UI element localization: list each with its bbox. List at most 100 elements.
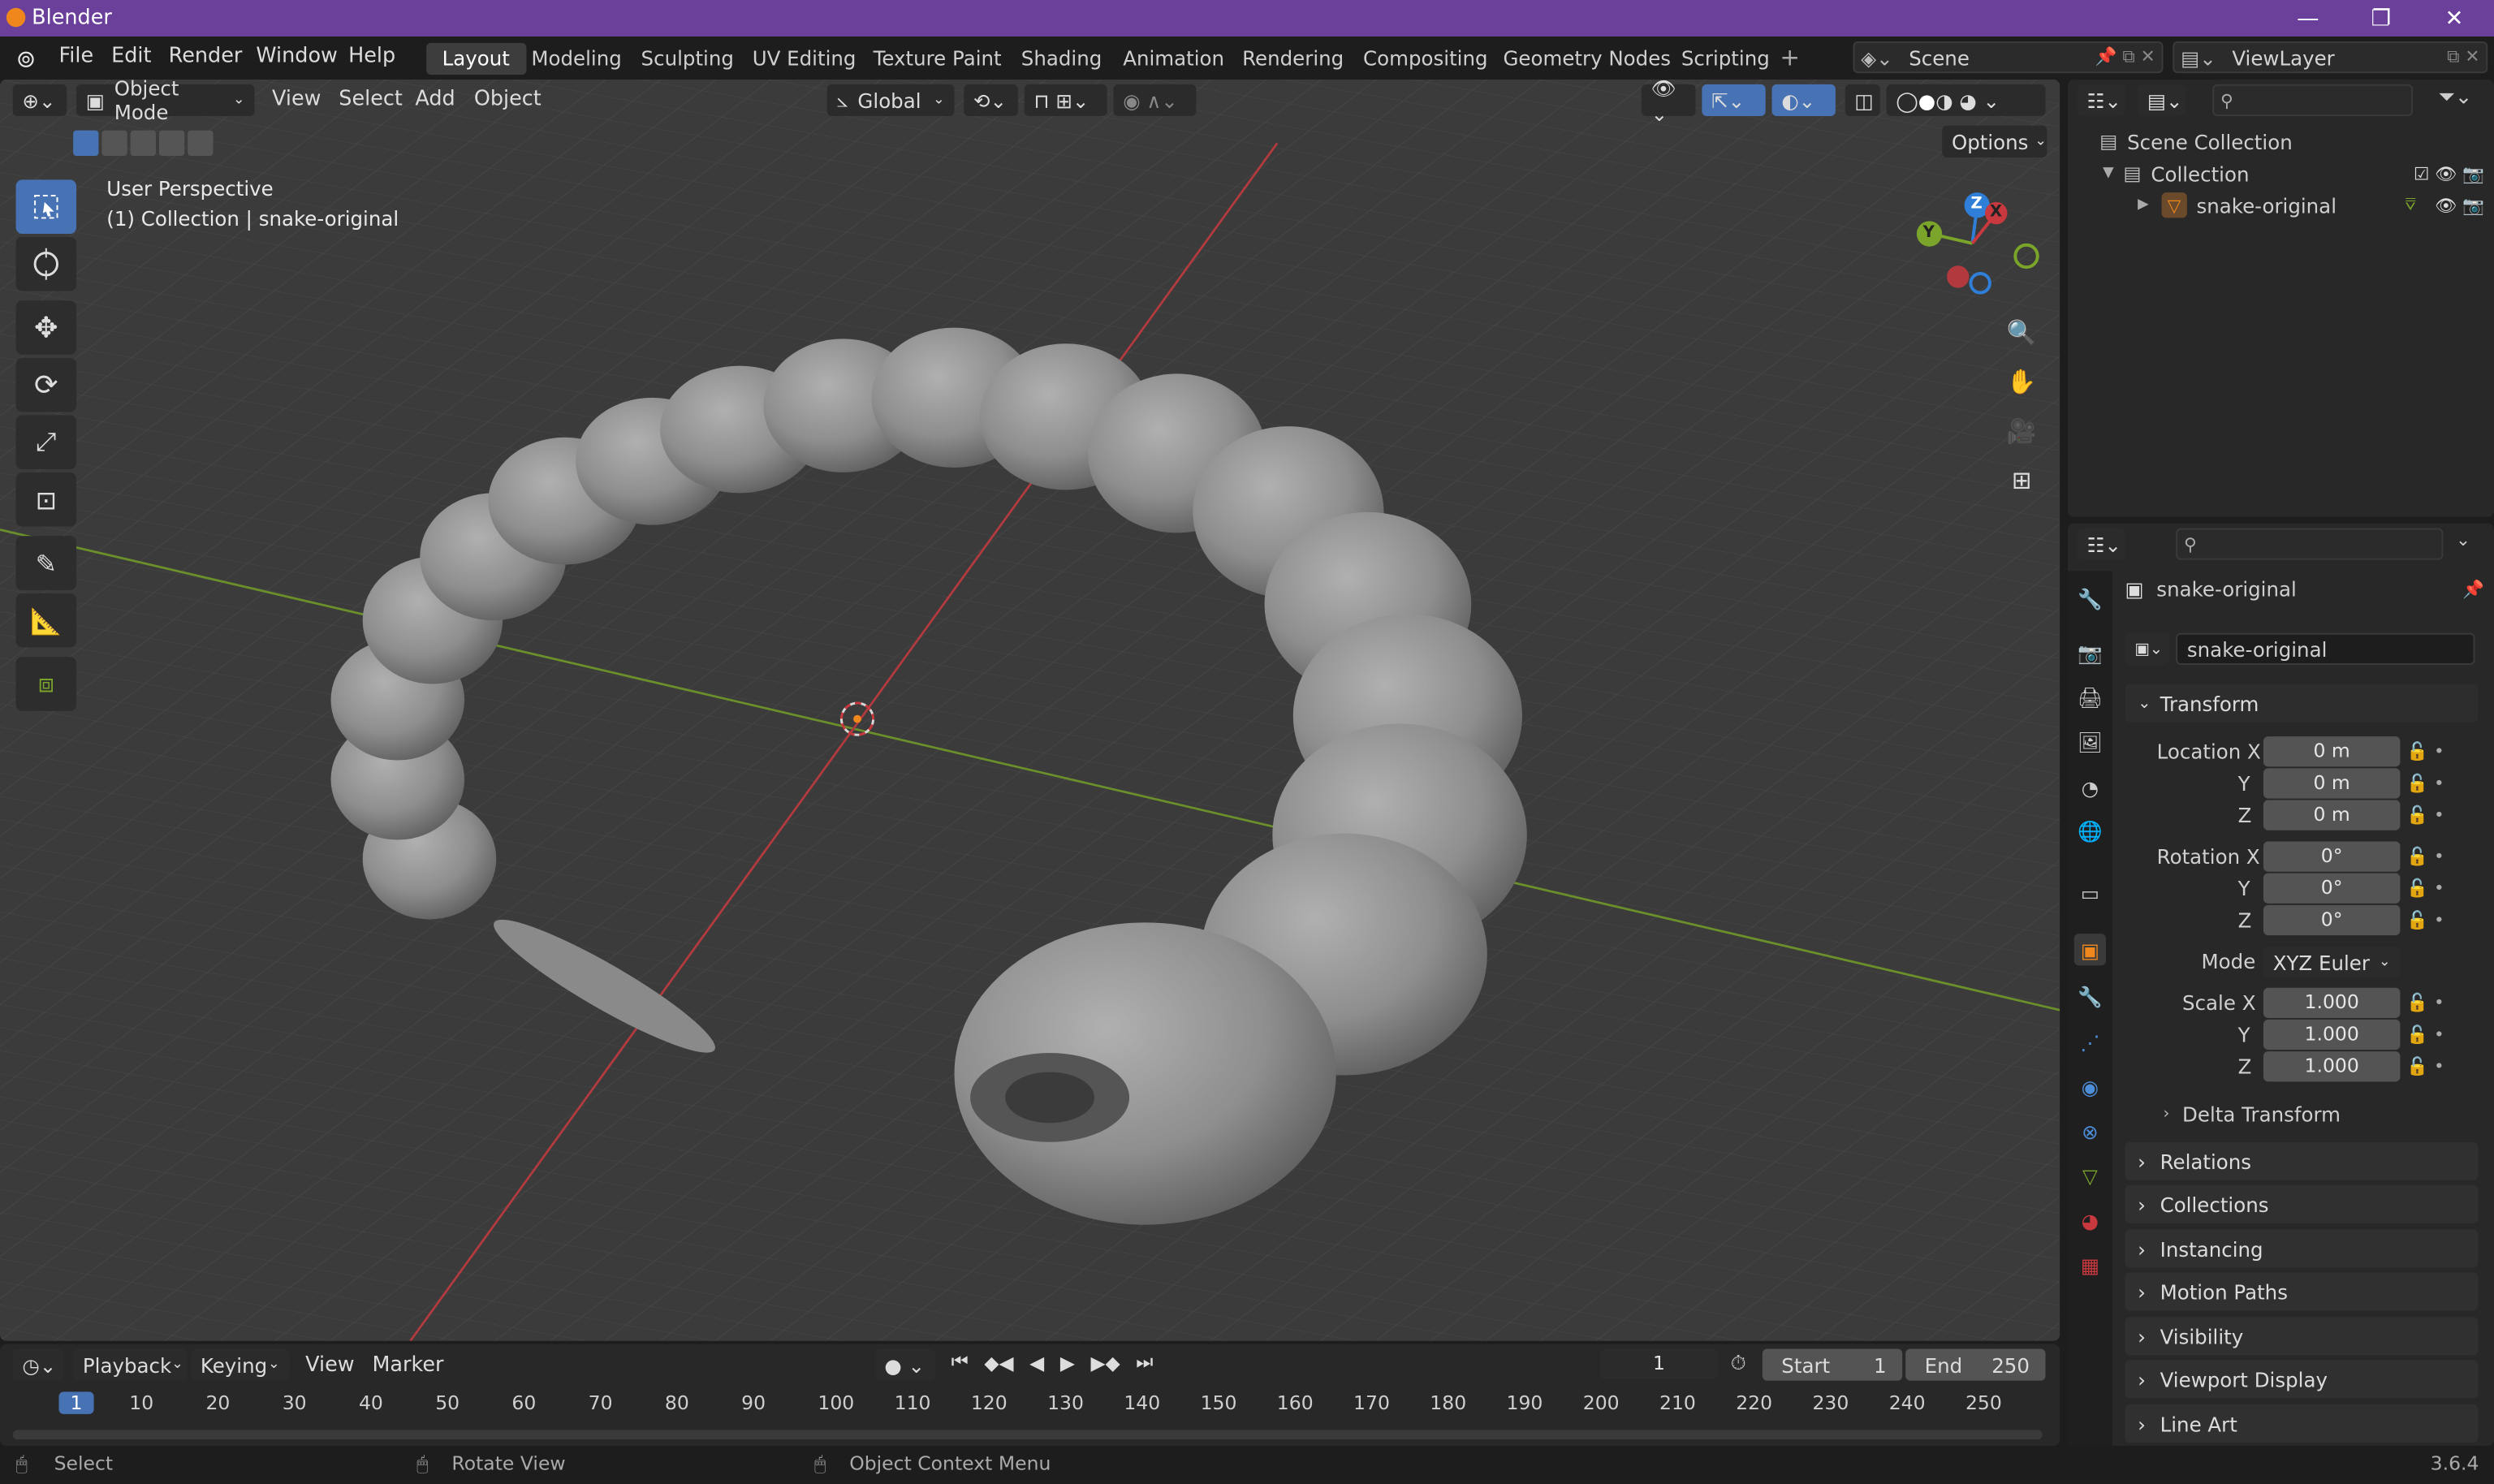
timeline-menu-view[interactable]: View xyxy=(305,1353,354,1377)
viewport-menu-object[interactable]: Object xyxy=(474,88,542,111)
move-tool-icon[interactable]: ✥ xyxy=(15,300,77,355)
delta-transform-subpanel[interactable]: › Delta Transform xyxy=(2164,1102,2341,1126)
viewport-display-panel[interactable]: › Viewport Display xyxy=(2125,1360,2479,1399)
orientation-selector[interactable]: ⦣ Global ⌄ xyxy=(826,84,955,117)
object-visibility-icons[interactable]: 👁 📷 xyxy=(2435,195,2484,215)
3d-viewport[interactable]: Z Y X ⊕⌄ ▣ Object Mode ⌄ View Select Add… xyxy=(0,79,2060,1341)
physics-tab-icon[interactable]: ◉ xyxy=(2074,1071,2106,1102)
view-layer-actions-icon[interactable]: ⧉ ✕ xyxy=(2447,46,2479,68)
minimize-icon[interactable]: — xyxy=(2272,0,2345,37)
editor-type-icon[interactable]: ⊕⌄ xyxy=(12,84,67,117)
next-keyframe-icon[interactable]: ▶◆ xyxy=(1091,1351,1120,1373)
measure-tool-icon[interactable]: 📐 xyxy=(15,593,77,648)
jump-end-icon[interactable]: ⏭ xyxy=(1136,1350,1153,1374)
object-row-snake-original[interactable]: ▶ ▽ snake-original ⩢ 👁 📷 xyxy=(2138,191,2484,219)
menu-edit[interactable]: Edit xyxy=(111,45,151,68)
motion-paths-panel[interactable]: › Motion Paths xyxy=(2125,1272,2479,1311)
current-frame-marker[interactable]: 1 xyxy=(58,1391,94,1414)
playback-controls[interactable]: ⏮ ◆◀ ◀ ▶ ▶◆ ⏭ xyxy=(951,1350,1154,1374)
stopwatch-icon[interactable]: ⏱ xyxy=(1731,1350,1746,1375)
scale-z-field[interactable]: 1.000 xyxy=(2263,1051,2401,1082)
timeline-menu-marker[interactable]: Marker xyxy=(372,1353,443,1377)
collection-tab-icon[interactable]: ▭ xyxy=(2074,877,2106,908)
tab-texture-paint[interactable]: Texture Paint xyxy=(857,43,1017,75)
transform-tool-icon[interactable]: ⊡ xyxy=(15,472,77,527)
view-layer-selector[interactable]: ▤⌄ ViewLayer ⧉ ✕ xyxy=(2173,41,2488,74)
object-datablock-row[interactable]: ▣⌄ snake-original xyxy=(2125,632,2478,665)
timeline-editor-icon[interactable]: ◷⌄ xyxy=(12,1348,64,1381)
select-extend-icon[interactable] xyxy=(101,130,127,157)
location-x-field[interactable]: 0 m xyxy=(2263,736,2401,767)
tool-tab-icon[interactable]: 🔧 xyxy=(2074,584,2106,615)
location-z-field[interactable]: 0 m xyxy=(2263,800,2401,830)
object-name-field[interactable]: snake-original xyxy=(2176,632,2475,665)
output-tab-icon[interactable]: 🖨 xyxy=(2074,683,2106,714)
camera-icon[interactable]: 🎥 xyxy=(2001,410,2043,451)
modifier-tab-icon[interactable]: 🔧 xyxy=(2074,981,2106,1013)
relations-panel[interactable]: › Relations xyxy=(2125,1141,2479,1180)
collection-row[interactable]: ▼ ▤ Collection ☑ 👁 📷 xyxy=(2103,159,2484,188)
object-tab-icon[interactable]: ▣ xyxy=(2073,934,2106,966)
properties-editor-icon[interactable]: ☷⌄ xyxy=(2077,528,2125,560)
expand-arrow-icon[interactable]: ▶ xyxy=(2138,197,2149,214)
play-reverse-icon[interactable]: ◀ xyxy=(1029,1351,1044,1373)
viewport-menu-add[interactable]: Add xyxy=(415,88,455,111)
pin-icon[interactable]: 📌 ⧉ ✕ xyxy=(2095,46,2155,68)
frame-ruler[interactable]: 1 10 20 30 40 50 60 70 80 90 100 110 120 130 140 150 160… xyxy=(0,1388,2060,1420)
gizmo-toggle-icon[interactable]: ⇱⌄ xyxy=(1702,84,1766,117)
cursor-tool-icon[interactable] xyxy=(15,236,77,291)
select-tool-icon[interactable] xyxy=(15,179,77,235)
annotate-tool-icon[interactable]: ✎ xyxy=(15,536,77,590)
line-art-panel[interactable]: › Line Art xyxy=(2125,1404,2479,1443)
menu-render[interactable]: Render xyxy=(169,45,243,68)
expand-arrow-icon[interactable]: ▼ xyxy=(2103,166,2114,182)
tab-modeling[interactable]: Modeling xyxy=(516,43,638,75)
play-icon[interactable]: ▶ xyxy=(1060,1351,1075,1373)
add-cube-tool-icon[interactable]: ⧈ xyxy=(15,657,77,711)
add-workspace-icon[interactable]: + xyxy=(1780,43,1800,71)
prev-keyframe-icon[interactable]: ◆◀ xyxy=(984,1351,1013,1373)
close-icon[interactable]: ✕ xyxy=(2418,0,2491,37)
constraints-tab-icon[interactable]: ⊗ xyxy=(2074,1115,2106,1146)
viewport-menu-view[interactable]: View xyxy=(272,88,321,111)
collection-checkbox-icon[interactable]: ☑ 👁 📷 xyxy=(2414,163,2484,183)
proportional-edit-icon[interactable]: ◉ ∧⌄ xyxy=(1113,84,1197,117)
tab-geometry-nodes[interactable]: Geometry Nodes xyxy=(1487,43,1687,75)
object-browse-icon[interactable]: ▣⌄ xyxy=(2125,632,2170,665)
pin-icon[interactable]: 📌 xyxy=(2462,579,2484,599)
scale-lock-icons[interactable]: 🔓 • 🔓 • 🔓 • xyxy=(2406,988,2444,1084)
render-tab-icon[interactable]: 📷 xyxy=(2074,638,2106,670)
select-box-icon[interactable] xyxy=(73,130,99,157)
select-invert-icon[interactable] xyxy=(158,130,185,157)
jump-start-icon[interactable]: ⏮ xyxy=(951,1350,969,1374)
display-mode-icon[interactable]: ▤⌄ xyxy=(2138,84,2185,117)
perspective-grid-icon[interactable]: ⊞ xyxy=(2001,459,2043,501)
maximize-icon[interactable]: ❐ xyxy=(2345,0,2418,37)
object-name-input[interactable]: snake-original xyxy=(2187,637,2328,661)
options-button[interactable]: Options ⌄ xyxy=(1942,125,2047,157)
scene-collection-row[interactable]: ▤ Scene Collection xyxy=(2099,127,2293,156)
rotate-tool-icon[interactable]: ⟳ xyxy=(15,357,77,412)
scene-tab-icon[interactable]: ◔ xyxy=(2074,771,2106,803)
tab-rendering[interactable]: Rendering xyxy=(1227,43,1360,75)
visibility-panel[interactable]: › Visibility xyxy=(2125,1317,2479,1356)
world-tab-icon[interactable]: 🌐 xyxy=(2074,816,2106,848)
filter-icon[interactable]: ⏷⌄ xyxy=(2438,86,2472,110)
rotation-y-field[interactable]: 0° xyxy=(2263,873,2401,904)
select-mode-buttons[interactable] xyxy=(73,130,214,157)
zoom-icon[interactable]: 🔍 xyxy=(2001,312,2043,353)
visibility-icon[interactable]: 👁⌄ xyxy=(1641,80,1696,125)
material-tab-icon[interactable]: ◕ xyxy=(2074,1204,2106,1236)
blender-menu-icon[interactable]: ⊚ xyxy=(16,45,37,73)
data-tab-icon[interactable]: ▽ xyxy=(2074,1159,2106,1191)
menu-window[interactable]: Window xyxy=(256,45,337,68)
menu-help[interactable]: Help xyxy=(348,45,395,68)
tab-scripting[interactable]: Scripting xyxy=(1665,43,1785,75)
rotation-x-field[interactable]: 0° xyxy=(2263,841,2401,872)
collections-panel[interactable]: › Collections xyxy=(2125,1184,2479,1223)
properties-editor[interactable]: ☷⌄ ⚲ ⌄ 🔧 📷 🖨 🖼 ◔ 🌐 ▭ ▣ 🔧 ⋰ ◉ ⊗ ▽ ◕ ▦ ▣ s… xyxy=(2067,523,2494,1447)
start-frame-field[interactable]: Start 1 xyxy=(1762,1348,1903,1381)
chevron-down-icon[interactable]: ⌄ xyxy=(2456,529,2470,550)
mode-selector[interactable]: ▣ Object Mode ⌄ xyxy=(76,80,255,124)
scale-tool-icon[interactable]: ⤢ xyxy=(15,415,77,469)
